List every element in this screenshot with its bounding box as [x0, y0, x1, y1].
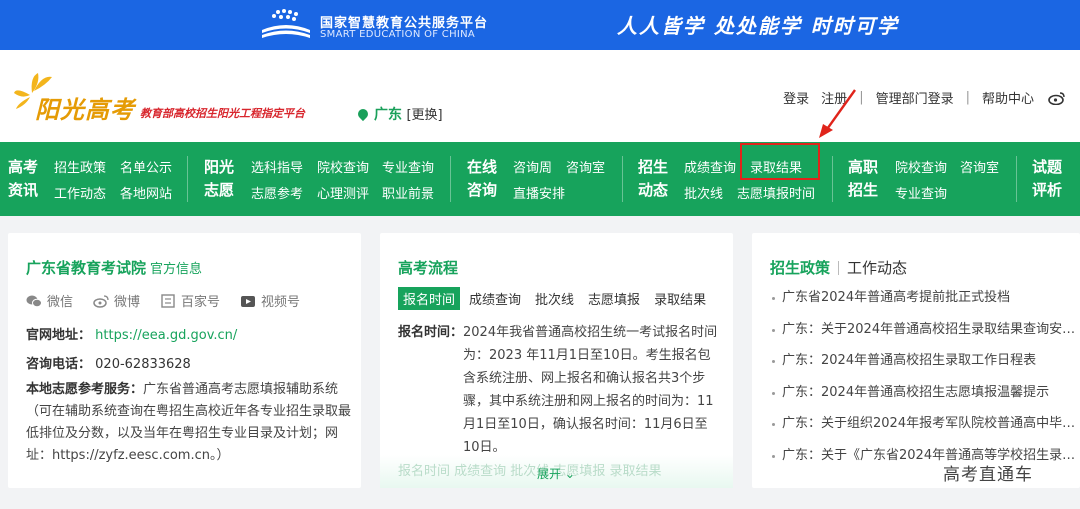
- news-item[interactable]: 广东省2024年普通高考提前批正式投档: [772, 287, 1077, 319]
- nav-link-local-sites[interactable]: 各地网站: [120, 183, 172, 202]
- website-row: 官网地址： https://eea.gd.gov.cn/: [26, 324, 237, 343]
- process-content: 报名时间： 2024年我省普通高校招生统一考试报名时间为：2023 年11月1日…: [398, 321, 718, 459]
- weibo-icon: [93, 294, 109, 308]
- location-selector[interactable]: 广东 [更换]: [355, 104, 443, 124]
- nav-title-online-consult[interactable]: 在线咨询: [467, 156, 501, 202]
- site-logo-title[interactable]: 阳光高考: [35, 90, 135, 125]
- service-description: 本地志愿参考服务：广东省普通高考志愿填报辅助系统（可在辅助系统查询在粤招生高校近…: [26, 379, 356, 467]
- nav-link-voc-major[interactable]: 专业查询: [895, 183, 947, 202]
- nav-divider: [622, 156, 623, 202]
- nav-link-volunteer-time[interactable]: 志愿填报时间: [737, 183, 815, 202]
- nav-divider: [1016, 156, 1017, 202]
- tab-admission-policy[interactable]: 招生政策: [770, 257, 830, 278]
- tab-score-query[interactable]: 成绩查询: [464, 287, 526, 310]
- nav-divider: [450, 156, 451, 202]
- nav-link-volunteer-ref[interactable]: 志愿参考: [251, 183, 303, 202]
- process-tabs: 报名时间 成绩查询 批次线 志愿填报 录取结果: [398, 287, 715, 310]
- official-tag: 官方信息: [150, 262, 203, 277]
- nav-link-batch-line[interactable]: 批次线: [684, 183, 723, 202]
- video-channel-link[interactable]: 视频号: [240, 291, 300, 310]
- location-change-link[interactable]: [更换]: [406, 108, 442, 123]
- process-content-label: 报名时间：: [398, 325, 464, 340]
- social-links: 微信 微博 百家号 视频号: [26, 291, 320, 310]
- process-content-text: 2024年我省普通高校招生统一考试报名时间为：2023 年11月1日至10日。考…: [463, 325, 718, 455]
- phone-value: 020-62833628: [95, 357, 191, 372]
- institute-title[interactable]: 广东省教育考试院 官方信息: [26, 257, 202, 278]
- nav-title-gaokao-news[interactable]: 高考资讯: [8, 156, 42, 202]
- nav-title-sunshine-volunteer[interactable]: 阳光志愿: [204, 156, 238, 202]
- nav-link-work-news[interactable]: 工作动态: [54, 183, 106, 202]
- header-separator: |: [965, 90, 970, 105]
- tab-batch-line[interactable]: 批次线: [530, 287, 579, 310]
- nav-link-psych-test[interactable]: 心理测评: [317, 183, 369, 202]
- site-logo-subtitle: 教育部高校招生阳光工程指定平台: [140, 107, 305, 120]
- phone-label: 咨询电话：: [26, 357, 92, 372]
- nav-link-policy[interactable]: 招生政策: [54, 157, 106, 176]
- news-list: 广东省2024年普通高考提前批正式投档 广东：关于2024年普通高校招生录取结果…: [772, 287, 1077, 477]
- nav-title-vocational[interactable]: 高职招生: [848, 156, 882, 202]
- wechat-icon: [26, 295, 42, 307]
- weibo-link[interactable]: 微博: [93, 291, 140, 310]
- nav-divider: [832, 156, 833, 202]
- nav-link-voc-school[interactable]: 院校查询: [895, 157, 947, 176]
- nav-title-admission-news[interactable]: 招生动态: [638, 156, 672, 202]
- weibo-icon[interactable]: [1048, 91, 1066, 105]
- admission-result-highlight: [740, 143, 820, 180]
- location-pin-icon: [355, 106, 371, 122]
- nav-title-exam-analysis[interactable]: 试题评析: [1032, 156, 1066, 202]
- nav-divider: [187, 156, 188, 202]
- news-card: 招生政策 工作动态 广东省2024年普通高考提前批正式投档 广东：关于2024年…: [752, 233, 1080, 488]
- process-title: 高考流程: [398, 259, 459, 277]
- exam-institute-card: 广东省教育考试院 官方信息 微信 微博 百家号 视频号 官网地址： https:/…: [8, 233, 361, 488]
- watermark-text: 高考直通车: [943, 465, 1033, 485]
- news-tabs: 招生政策 工作动态: [770, 257, 907, 278]
- nav-link-subject-guide[interactable]: 选科指导: [251, 157, 303, 176]
- expand-button[interactable]: 展开 ⌄: [537, 465, 575, 482]
- nav-link-career[interactable]: 职业前景: [382, 183, 434, 202]
- tab-volunteer-fill[interactable]: 志愿填报: [583, 287, 645, 310]
- nav-link-score-query[interactable]: 成绩查询: [684, 157, 736, 176]
- faded-preview-text: 报名时间 成绩查询 批次线 志愿填报 录取结果: [398, 464, 662, 479]
- top-banner: 国家智慧教育公共服务平台 SMART EDUCATION OF CHINA 人人…: [0, 0, 1080, 50]
- nav-link-list-announce[interactable]: 名单公示: [120, 157, 172, 176]
- help-center-link[interactable]: 帮助中心: [982, 88, 1034, 107]
- phone-row: 咨询电话： 020-62833628: [26, 353, 191, 372]
- website-link[interactable]: https://eea.gd.gov.cn/: [95, 328, 237, 343]
- location-name: 广东: [374, 107, 402, 123]
- nav-link-major-search[interactable]: 专业查询: [382, 157, 434, 176]
- nav-link-live-schedule[interactable]: 直播安排: [513, 183, 565, 202]
- site-header: 阳光高考 教育部高校招生阳光工程指定平台 广东 [更换] 登录 注册 | 管理部…: [0, 50, 1080, 142]
- red-arrow-annotation: [819, 89, 856, 138]
- nav-link-voc-consult[interactable]: 咨询室: [960, 157, 999, 176]
- tab-work-news[interactable]: 工作动态: [847, 257, 907, 278]
- smart-education-logo-icon: [262, 9, 310, 38]
- tab-separator: [838, 260, 840, 275]
- nav-link-consult-room[interactable]: 咨询室: [566, 157, 605, 176]
- website-label: 官网地址：: [26, 328, 92, 343]
- admin-login-link[interactable]: 管理部门登录: [876, 88, 954, 107]
- baijiahao-icon: [161, 293, 175, 308]
- nav-link-consult-week[interactable]: 咨询周: [513, 157, 552, 176]
- gaokao-process-card: 高考流程 报名时间 成绩查询 批次线 志愿填报 录取结果 报名时间： 2024年…: [380, 233, 733, 488]
- wechat-link[interactable]: 微信: [26, 291, 73, 310]
- tab-admission-result[interactable]: 录取结果: [649, 287, 711, 310]
- baijiahao-link[interactable]: 百家号: [160, 291, 220, 310]
- video-channel-icon: [241, 295, 256, 307]
- news-item[interactable]: 广东：2024年普通高校招生录取工作日程表: [772, 350, 1077, 382]
- news-item[interactable]: 广东：2024年普通高校招生志愿填报温馨提示: [772, 382, 1077, 414]
- platform-name-en: SMART EDUCATION OF CHINA: [320, 29, 476, 40]
- nav-link-school-search[interactable]: 院校查询: [317, 157, 369, 176]
- news-item[interactable]: 广东：关于2024年普通高校招生录取结果查询安排的通知: [772, 319, 1077, 351]
- tab-registration-time[interactable]: 报名时间: [398, 287, 461, 310]
- login-link[interactable]: 登录: [783, 88, 809, 107]
- banner-slogan: 人人皆学 处处能学 时时可学: [617, 14, 899, 38]
- service-label: 本地志愿参考服务：: [26, 382, 144, 397]
- chevron-down-icon: ⌄: [564, 467, 575, 481]
- news-item[interactable]: 广东：关于组织2024年报考军队院校普通高中毕业生政治考核的通知: [772, 413, 1077, 445]
- main-nav: 高考资讯 招生政策 名单公示 工作动态 各地网站 阳光志愿 选科指导 院校查询 …: [0, 142, 1080, 216]
